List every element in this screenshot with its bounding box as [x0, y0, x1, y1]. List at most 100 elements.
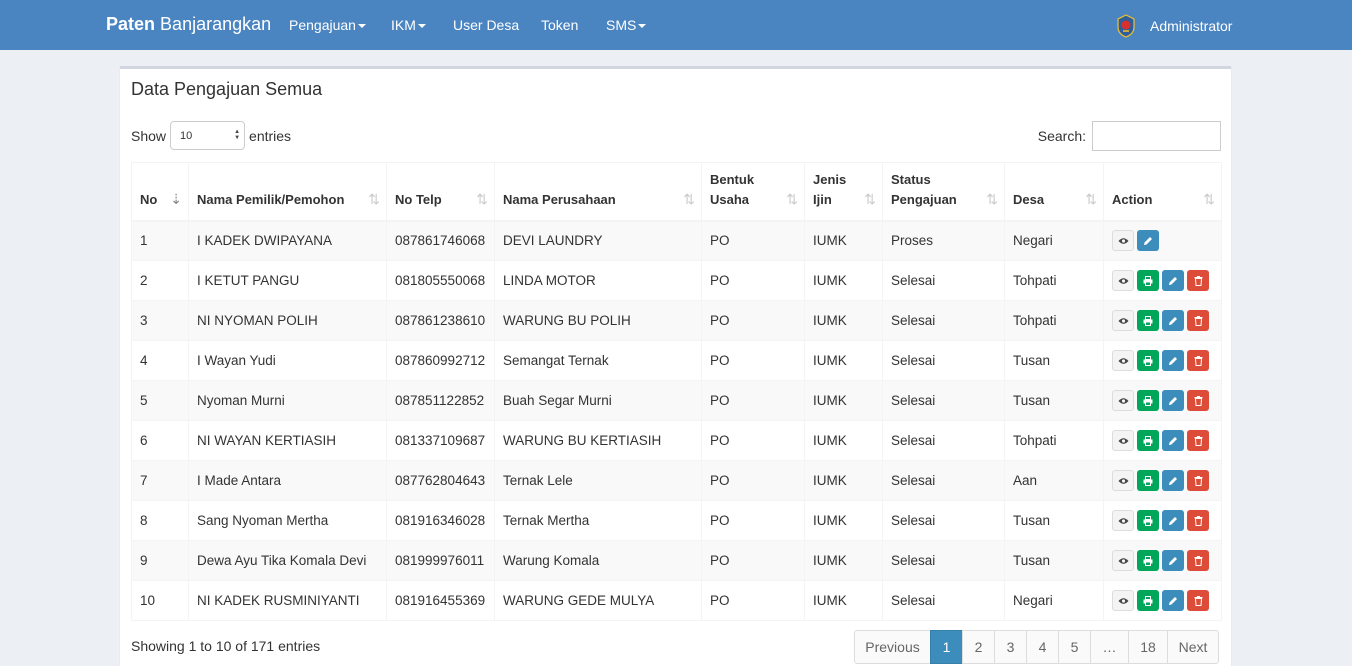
print-button[interactable] [1137, 310, 1159, 331]
header-status[interactable]: Status Pengajuan ⇅ [882, 162, 1005, 222]
cell-nama: NI NYOMAN POLIH [188, 300, 387, 341]
edit-button[interactable] [1162, 350, 1184, 371]
print-button[interactable] [1137, 470, 1159, 491]
cell-no: 2 [131, 260, 189, 301]
print-button[interactable] [1137, 430, 1159, 451]
view-button[interactable] [1112, 390, 1134, 411]
pencil-icon [1169, 596, 1177, 605]
print-button[interactable] [1137, 350, 1159, 371]
user-menu[interactable]: Administrator [1114, 13, 1232, 39]
brand-link[interactable]: Paten Banjarangkan [106, 14, 271, 35]
page-18[interactable]: 18 [1128, 630, 1168, 664]
print-button[interactable] [1137, 270, 1159, 291]
cell-status: Selesai [882, 540, 1005, 581]
cell-nama: Sang Nyoman Mertha [188, 500, 387, 541]
pencil-icon [1169, 356, 1177, 365]
delete-button[interactable] [1187, 430, 1209, 451]
delete-button[interactable] [1187, 510, 1209, 531]
pencil-icon [1169, 556, 1177, 565]
delete-button[interactable] [1187, 310, 1209, 331]
data-box: Data Pengajuan Semua Show 10 ▲ ▼ entries … [120, 66, 1231, 666]
delete-button[interactable] [1187, 590, 1209, 611]
cell-action [1103, 460, 1222, 501]
table-row: 5 Nyoman Murni 087851122852 Buah Segar Murn… [131, 380, 1222, 421]
view-button[interactable] [1112, 310, 1134, 331]
view-button[interactable] [1112, 270, 1134, 291]
table-row: 3 NI NYOMAN POLIH 087861238610 WARUNG BU PO… [131, 300, 1222, 341]
edit-button[interactable] [1137, 230, 1159, 252]
page-2[interactable]: 2 [962, 630, 995, 664]
edit-button[interactable] [1162, 550, 1184, 571]
print-icon [1143, 275, 1153, 286]
table-row: 1I KADEK DWIPAYANA 087861746068 DEVI LAUND… [131, 220, 1222, 261]
header-jenis-ijin[interactable]: Jenis Ijin ⇅ [804, 162, 883, 222]
header-bentuk-usaha[interactable]: Bentuk Usaha ⇅ [701, 162, 805, 222]
caret-down-icon [417, 24, 426, 29]
view-button[interactable] [1112, 510, 1134, 531]
cell-action [1103, 220, 1222, 261]
delete-button[interactable] [1187, 550, 1209, 571]
delete-button[interactable] [1187, 470, 1209, 491]
search-input[interactable] [1092, 121, 1221, 151]
header-nama[interactable]: Nama Pemilik/Pemohon ⇅ [188, 162, 387, 222]
delete-button[interactable] [1187, 350, 1209, 371]
view-button[interactable] [1112, 550, 1134, 571]
print-button[interactable] [1137, 390, 1159, 411]
edit-button[interactable] [1162, 310, 1184, 331]
view-button[interactable] [1112, 350, 1134, 371]
header-no[interactable]: No ⇣ [131, 162, 189, 222]
header-desa[interactable]: Desa ⇅ [1004, 162, 1104, 222]
trash-icon [1194, 275, 1202, 286]
delete-button[interactable] [1187, 390, 1209, 411]
pagination-next[interactable]: Next [1167, 630, 1219, 664]
sort-asc-icon: ⇣ [170, 190, 182, 207]
cell-action [1103, 580, 1222, 621]
edit-button[interactable] [1162, 390, 1184, 411]
edit-button[interactable] [1162, 470, 1184, 491]
delete-button[interactable] [1187, 270, 1209, 291]
header-telp[interactable]: No Telp ⇅ [386, 162, 495, 222]
print-button[interactable] [1137, 590, 1159, 611]
nav-pengajuan-dropdown[interactable]: Pengajuan [289, 17, 366, 33]
page-ellipsis: … [1090, 630, 1129, 664]
header-action[interactable]: Action ⇅ [1103, 162, 1222, 222]
page-5[interactable]: 5 [1058, 630, 1091, 664]
edit-button[interactable] [1162, 590, 1184, 611]
view-button[interactable] [1112, 470, 1134, 491]
eye-icon [1118, 437, 1128, 444]
nav-token[interactable]: Token [541, 17, 578, 33]
caret-down-icon [357, 24, 366, 29]
edit-button[interactable] [1162, 510, 1184, 531]
edit-button[interactable] [1162, 430, 1184, 451]
header-perusahaan[interactable]: Nama Perusahaan ⇅ [494, 162, 702, 222]
pagination-previous[interactable]: Previous [854, 630, 931, 664]
page-4[interactable]: 4 [1026, 630, 1059, 664]
pencil-icon [1169, 436, 1177, 445]
nav-user-desa[interactable]: User Desa [453, 17, 519, 33]
print-button[interactable] [1137, 510, 1159, 531]
cell-no: 8 [131, 500, 189, 541]
view-button[interactable] [1112, 590, 1134, 611]
cell-status: Selesai [882, 300, 1005, 341]
print-button[interactable] [1137, 550, 1159, 571]
view-button[interactable] [1112, 230, 1134, 252]
regency-emblem-icon [1117, 14, 1135, 38]
trash-icon [1194, 395, 1202, 406]
cell-desa: Negari [1004, 580, 1104, 621]
page-3[interactable]: 3 [994, 630, 1027, 664]
entries-select[interactable]: 10 ▲ ▼ [170, 121, 246, 150]
cell-no: 10 [131, 580, 189, 621]
page-1[interactable]: 1 [930, 630, 963, 664]
table-row: 10 NI KADEK RUSMINIYANTI 081916455369 WARUN… [131, 580, 1222, 621]
select-arrows-icon: ▲ ▼ [234, 129, 241, 141]
cell-no: 9 [131, 540, 189, 581]
cell-status: Selesai [882, 500, 1005, 541]
cell-nama: I Wayan Yudi [188, 340, 387, 381]
view-button[interactable] [1112, 430, 1134, 451]
edit-button[interactable] [1162, 270, 1184, 291]
cell-nama: Dewa Ayu Tika Komala Devi [188, 540, 387, 581]
nav-sms-dropdown[interactable]: SMS [606, 17, 647, 33]
print-icon [1143, 515, 1153, 526]
sort-icon: ⇅ [786, 190, 798, 207]
nav-ikm-dropdown[interactable]: IKM [391, 17, 426, 33]
